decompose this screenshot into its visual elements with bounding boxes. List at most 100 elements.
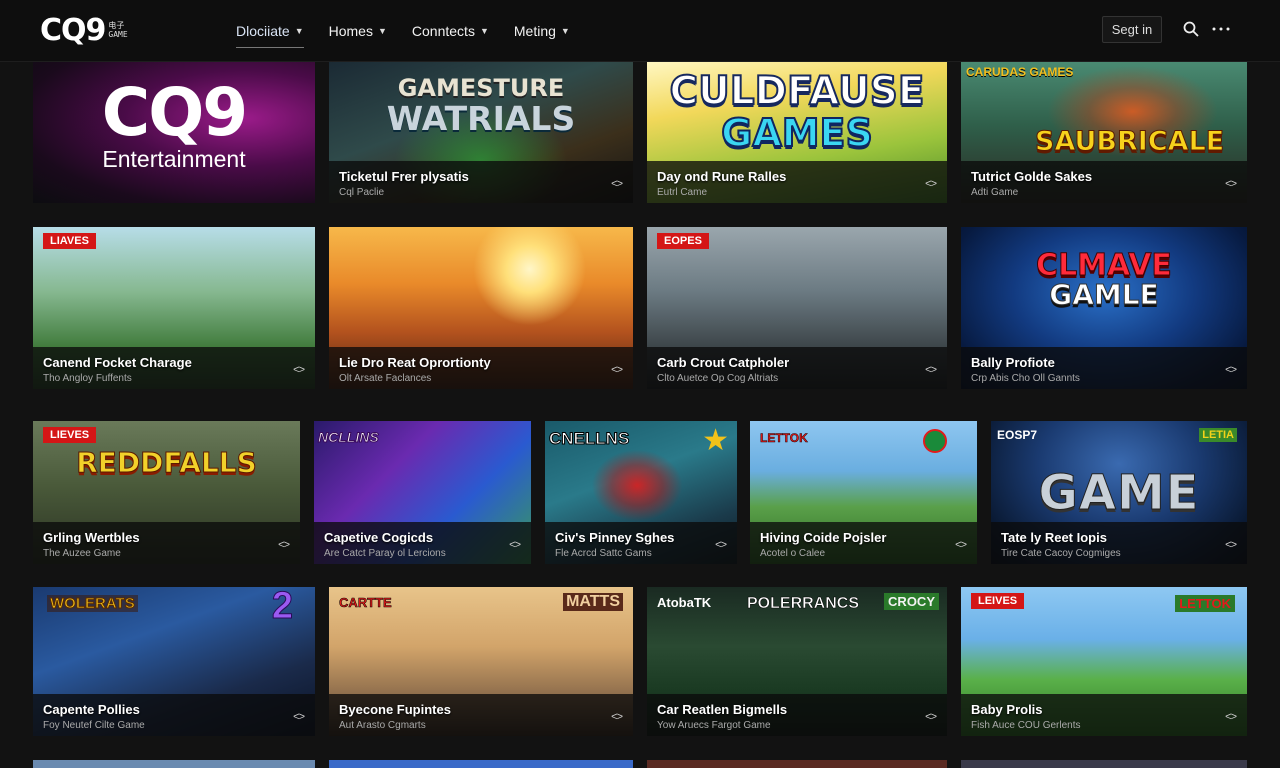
tile-title: Car Reatlen Bigmells [657, 702, 788, 717]
nav-label: Conntects [411, 23, 475, 39]
code-icon[interactable]: < > [715, 539, 727, 551]
tile-subtitle: Clto Auetce Op Cog Altriats [657, 373, 779, 384]
tile-art-title: POLERRANCS [747, 595, 860, 613]
nav-item-meting[interactable]: Meting ▼ [514, 0, 570, 62]
tile-subtitle: Acotel o Calee [760, 548, 826, 559]
tile-corner-logo: EOSP7 [997, 428, 1038, 442]
chevron-down-icon: ▼ [377, 26, 387, 36]
tile-art-title: REDDFALLS [76, 446, 258, 479]
tile-subtitle: Are Catct Paray ol Lercions [324, 548, 446, 559]
chevron-down-icon: ▼ [560, 26, 570, 36]
game-tile-carb-crout[interactable]: EOPES Carb Crout Catpholer Clto Auetce O… [647, 227, 947, 389]
game-tile-baby-prolls[interactable]: LEIVES LETTOK Baby Prolis Fish Auce COU … [961, 587, 1247, 736]
tile-subtitle: Cql Paclie [339, 187, 385, 198]
game-tile-culdfause[interactable]: CULDFAUSE GAMES Day ond Rune Ralles Eutr… [647, 62, 947, 203]
code-icon[interactable]: < > [925, 178, 937, 190]
cq9-logo[interactable]: CQ9 电子 GAME [40, 12, 128, 48]
tile-subtitle: Aut Arasto Cgmarts [339, 720, 426, 731]
tile-title: Capente Pollies [43, 702, 140, 717]
status-badge: EOPES [657, 233, 709, 249]
code-icon[interactable]: < > [925, 711, 937, 723]
tile-title: Baby Prolis [971, 702, 1043, 717]
code-icon[interactable]: < > [611, 178, 623, 190]
game-tile-partial[interactable] [961, 760, 1247, 768]
code-icon[interactable]: < > [293, 711, 305, 723]
tile-title: Carb Crout Catpholer [657, 355, 790, 370]
game-tile-saubricale[interactable]: CARUDAS GAMES SAUBRICALE Tutrict Golde S… [961, 62, 1247, 203]
game-tile-canend[interactable]: LIAVES Canend Focket Charage Tho Angloy … [33, 227, 315, 389]
tile-art-title: GAME [1038, 465, 1200, 521]
code-icon[interactable]: < > [1225, 364, 1237, 376]
code-icon[interactable]: < > [925, 364, 937, 376]
tile-art-subtitle: GAMLE [1049, 278, 1159, 311]
nav-label: Homes [328, 23, 373, 39]
tile-subtitle: The Auzee Game [43, 548, 121, 559]
game-tile-car-reatlen[interactable]: AtobaTK POLERRANCS CROCY Car Reatlen Big… [647, 587, 947, 736]
signin-button[interactable]: Segt in [1102, 16, 1162, 43]
tile-corner-badge: LETIA [1199, 428, 1237, 442]
code-icon[interactable]: < > [611, 364, 623, 376]
code-icon[interactable]: < > [293, 364, 305, 376]
tile-title: Capetive Cogicds [324, 530, 434, 545]
tile-corner-logo: CARTTE [339, 595, 392, 611]
star-icon: ★ [702, 424, 729, 457]
tile-title: Hiving Coide Pojsler [760, 530, 887, 545]
status-badge: LIEVES [43, 427, 97, 443]
game-tile-hiving-coide[interactable]: LETTOK Hiving Coide Pojsler Acotel o Cal… [750, 421, 977, 564]
tile-title: Tate ly Reet Iopis [1001, 530, 1107, 545]
game-tile-redfalls[interactable]: LIEVES REDDFALLS Grling Wertbles The Auz… [33, 421, 300, 564]
tile-corner-badge: MATTS [563, 593, 623, 611]
tile-title: Bally Profiote [971, 355, 1055, 370]
more-icon[interactable] [1210, 18, 1232, 40]
tile-corner-number: 2 [271, 587, 293, 628]
game-tile-byecone[interactable]: CARTTE MATTS Byecone Fupintes Aut Arasto… [329, 587, 633, 736]
tile-art-subtitle: GAMES [720, 111, 874, 155]
code-icon[interactable]: < > [278, 539, 290, 551]
tile-art-title: GAMESTURE [397, 74, 565, 102]
tile-subtitle: Crp Abis Cho Oll Gannts [971, 373, 1080, 384]
award-icon [923, 429, 947, 453]
logo-subtext-line-2: GAME [108, 30, 128, 39]
code-icon[interactable]: < > [611, 711, 623, 723]
tile-title: Lie Dro Reat Oprortionty [339, 355, 491, 370]
game-tile-civs-pinney[interactable]: CNELLNS ★ Civ's Pinney Sghes Fle Acrcd S… [545, 421, 737, 564]
tile-title: Tutrict Golde Sakes [971, 169, 1093, 184]
tile-art-logo: CQ9 [101, 74, 248, 151]
game-tile-capetive[interactable]: NCLLINS Capetive Cogicds Are Catct Paray… [314, 421, 531, 564]
code-icon[interactable]: < > [509, 539, 521, 551]
tile-subtitle: Foy Neutef Cilte Game [43, 720, 145, 731]
tile-subtitle: Yow Aruecs Fargot Game [657, 720, 771, 731]
code-icon[interactable]: < > [955, 539, 967, 551]
tile-subtitle: Adti Game [971, 187, 1019, 198]
logo-text: CQ9 [40, 12, 106, 48]
top-header: CQ9 电子 GAME Dlociiate ▼ Homes ▼ Conntects ▼… [0, 0, 1280, 62]
tile-art-title: CLMAVE [1036, 248, 1173, 283]
code-icon[interactable]: < > [1225, 539, 1237, 551]
tile-title: Grling Wertbles [43, 530, 140, 545]
game-tile-game-tate[interactable]: EOSP7 LETIA GAME Tate ly Reet Iopis Tire… [991, 421, 1247, 564]
game-tile-cq9-entertainment[interactable]: CQ9 Entertainment [33, 62, 315, 203]
nav-item-homes[interactable]: Homes ▼ [329, 0, 387, 62]
tile-corner-logo: NCLLINS [318, 429, 380, 446]
game-tile-partial[interactable] [647, 760, 947, 768]
chevron-down-icon: ▼ [479, 26, 489, 36]
search-icon[interactable] [1180, 18, 1202, 40]
tile-title: Ticketul Frer plysatis [339, 169, 469, 184]
logo-subtext-line-1: 电子 [108, 21, 125, 30]
chevron-down-icon: ▼ [294, 26, 304, 36]
tile-corner-logo: CARUDAS GAMES [966, 65, 1074, 79]
game-tile-gamesture[interactable]: GAMESTURE WATRIALS Ticketul Frer plysati… [329, 62, 633, 203]
status-badge: LEIVES [971, 593, 1025, 609]
tile-subtitle: Tho Angloy Fuffents [43, 373, 132, 384]
game-tile-wolerats[interactable]: WOLERATS 2 Capente Pollies Foy Neutef Ci… [33, 587, 315, 736]
game-tile-partial[interactable] [33, 760, 315, 768]
code-icon[interactable]: < > [1225, 178, 1237, 190]
game-tile-partial[interactable] [329, 760, 633, 768]
tile-subtitle: Olt Arsate Faclances [339, 373, 432, 384]
nav-item-dlociiate[interactable]: Dlociiate ▼ [236, 0, 304, 62]
code-icon[interactable]: < > [1225, 711, 1237, 723]
nav-item-conntects[interactable]: Conntects ▼ [412, 0, 489, 62]
game-tile-lie-dro[interactable]: Lie Dro Reat Oprortionty Olt Arsate Facl… [329, 227, 633, 389]
game-tile-bally-profiote[interactable]: CLMAVE GAMLE Bally Profiote Crp Abis Cho… [961, 227, 1247, 389]
tile-art-subtitle: WATRIALS [386, 99, 576, 138]
